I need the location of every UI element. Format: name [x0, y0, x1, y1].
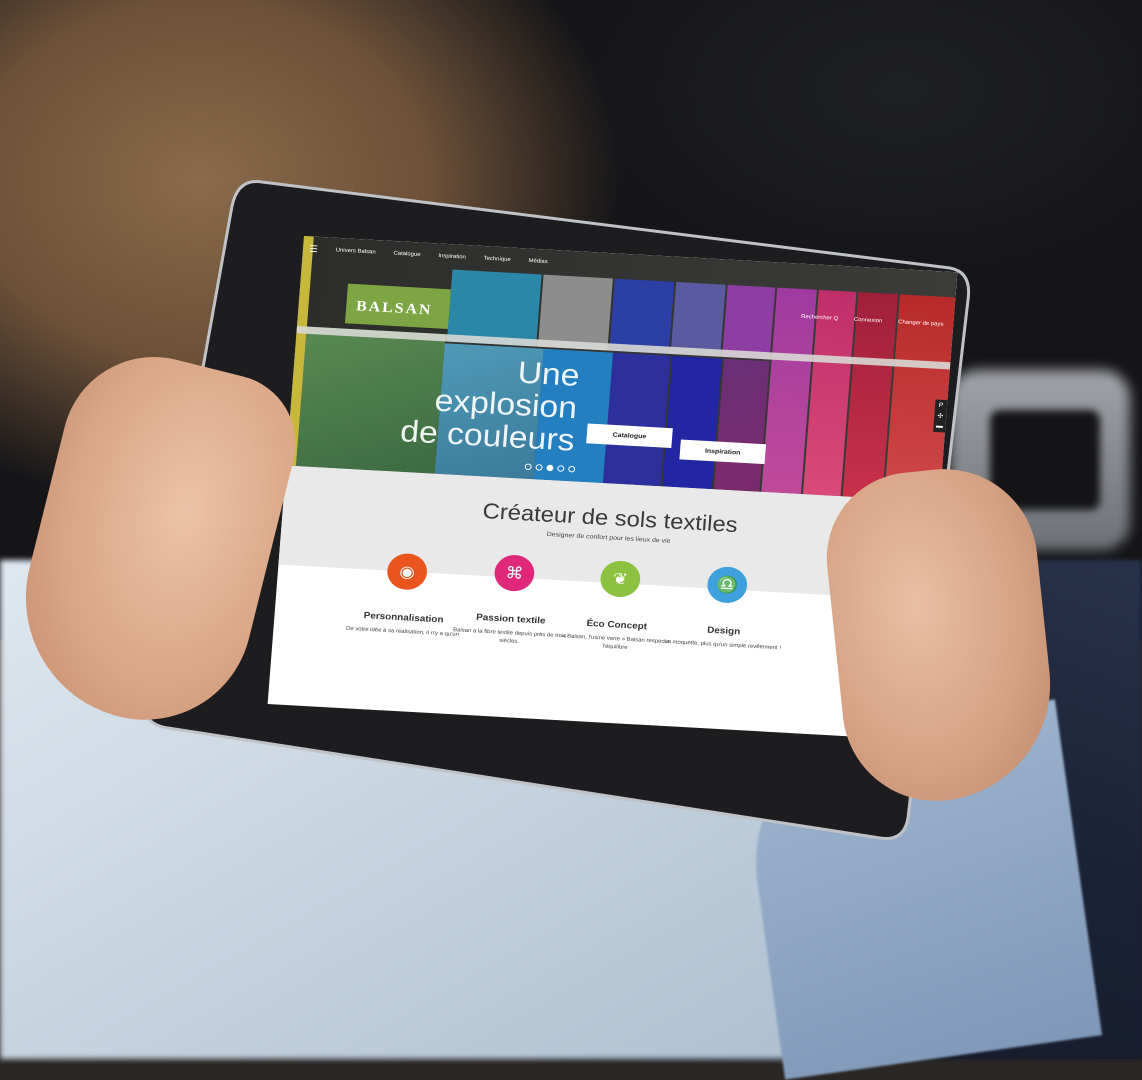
feature-desc: La moquette, plus qu'un simple revêtemen…: [664, 639, 782, 652]
side-toolbar: P ✣ ▬: [933, 399, 948, 433]
feature-title: Personnalisation: [363, 610, 444, 626]
nav-item-medias[interactable]: Médias: [528, 258, 548, 264]
pinterest-icon[interactable]: P: [938, 402, 943, 409]
hero-banner: BALSAN ☰ Univers Balsan Catalogue Inspir…: [286, 236, 958, 502]
folder-icon[interactable]: ▬: [936, 423, 943, 430]
carousel-dot[interactable]: [557, 465, 565, 472]
nav-item-catalogue[interactable]: Catalogue: [393, 251, 421, 258]
disc-icon: ◉: [385, 552, 429, 591]
carousel-dot[interactable]: [535, 464, 543, 471]
carousel-dot-active[interactable]: [546, 464, 554, 472]
hero-headline: Une explosion de couleurs: [365, 348, 581, 458]
share-icon[interactable]: ✣: [937, 412, 943, 420]
hamburger-icon[interactable]: ☰: [309, 244, 319, 254]
feature-desc: « Balsan, l'usine verte » Balsan respect…: [561, 633, 670, 651]
carousel-dot[interactable]: [524, 463, 532, 471]
feature-desc: Balsan a la fibre textile depuis près de…: [452, 627, 567, 645]
carousel-dot[interactable]: [568, 465, 576, 473]
feature-desc: De votre idée à sa réalisation, il n'y a…: [345, 626, 460, 638]
nav-item-inspiration[interactable]: Inspiration: [438, 253, 466, 260]
feature-title: Passion textile: [475, 612, 546, 627]
feature-design[interactable]: ♎ Design La moquette, plus qu'un simple …: [663, 564, 788, 653]
leaf-icon: ❦: [599, 559, 642, 599]
cloche-icon: ♎: [706, 565, 749, 605]
feature-title: Design: [706, 625, 741, 638]
feature-title: Éco Concept: [586, 618, 648, 632]
feature-personnalisation[interactable]: ◉ Personnalisation De votre idée à sa ré…: [343, 550, 468, 639]
headline-line-1: Une explosion: [433, 355, 581, 426]
nav-item-technique[interactable]: Technique: [483, 256, 511, 263]
knot-icon: ⌘: [493, 553, 536, 593]
nav-item-univers[interactable]: Univers Balsan: [335, 248, 375, 256]
